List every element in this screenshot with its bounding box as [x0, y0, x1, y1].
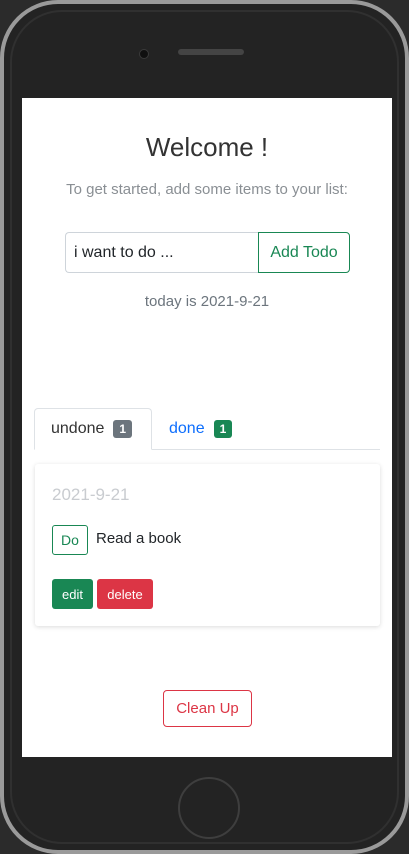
tab-undone-label: undone — [51, 420, 105, 437]
delete-button[interactable]: delete — [97, 579, 153, 609]
undone-count-badge: 1 — [113, 420, 133, 438]
todo-tabs: undone 1 done 1 — [34, 408, 380, 450]
todo-input[interactable] — [65, 232, 258, 273]
today-date: today is 2021-9-21 — [144, 293, 270, 310]
todo-date: 2021-9-21 — [52, 485, 130, 504]
tab-done-label: done — [169, 419, 205, 437]
do-button[interactable]: Do — [52, 525, 88, 555]
page-title: Welcome ! — [145, 132, 269, 162]
front-camera — [139, 49, 149, 59]
edit-button[interactable]: edit — [52, 579, 93, 609]
todo-card: 2021-9-21 Do Read a book edit delete — [35, 464, 380, 626]
page-subtitle: To get started, add some items to your l… — [66, 181, 348, 198]
todo-text: Read a book — [96, 530, 182, 547]
earpiece-speaker — [178, 49, 244, 55]
tab-undone[interactable]: undone 1 — [34, 408, 152, 450]
app-screen: Welcome ! To get started, add some items… — [22, 98, 392, 757]
tab-done[interactable]: done 1 — [153, 408, 248, 449]
done-count-badge: 1 — [213, 419, 233, 438]
clean-up-button[interactable]: Clean Up — [163, 690, 252, 727]
home-button[interactable] — [178, 777, 240, 839]
add-todo-form: Add Todo — [65, 232, 350, 273]
add-todo-button[interactable]: Add Todo — [258, 232, 350, 273]
